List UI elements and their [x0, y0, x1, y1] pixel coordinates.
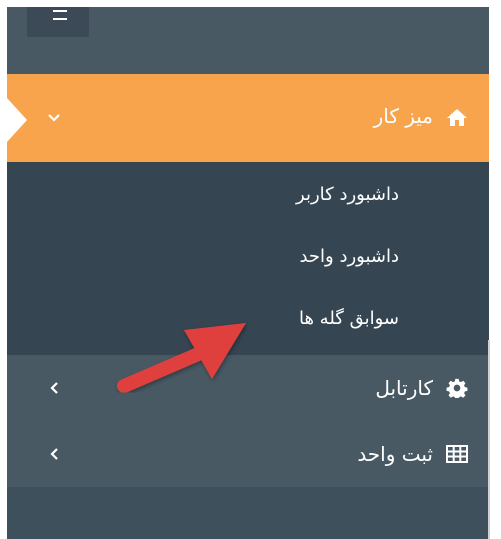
menu-item-label: ثبت واحد: [357, 442, 433, 466]
sidebar: میز کار داشبورد کاربر داشبورد واحد سوابق…: [7, 7, 489, 539]
gear-icon: [446, 378, 468, 398]
chevron-left-icon: [50, 382, 58, 394]
chevron-down-icon: [48, 114, 60, 122]
hamburger-icon: [53, 10, 67, 20]
menu-item-label: کارتابل: [375, 376, 433, 400]
chevron-left-icon: [50, 448, 58, 460]
menu-item-dashboard[interactable]: میز کار: [7, 74, 489, 162]
menu-item-cartable[interactable]: کارتابل: [7, 355, 489, 421]
dashboard-submenu: داشبورد کاربر داشبورد واحد سوابق گله ها: [7, 162, 489, 355]
scrollbar[interactable]: [488, 340, 490, 539]
menu-item-label: میز کار: [373, 104, 433, 128]
table-icon: [446, 445, 468, 463]
submenu-item-herd-history[interactable]: سوابق گله ها: [299, 308, 399, 329]
sidebar-header: [7, 7, 489, 74]
home-icon: [447, 109, 467, 126]
submenu-item-user-dashboard[interactable]: داشبورد کاربر: [296, 184, 399, 205]
submenu-item-unit-dashboard[interactable]: داشبورد واحد: [299, 246, 399, 267]
menu-toggle-button[interactable]: [27, 7, 89, 37]
active-indicator: [7, 98, 27, 142]
menu-item-unit-register[interactable]: ثبت واحد: [7, 421, 489, 487]
